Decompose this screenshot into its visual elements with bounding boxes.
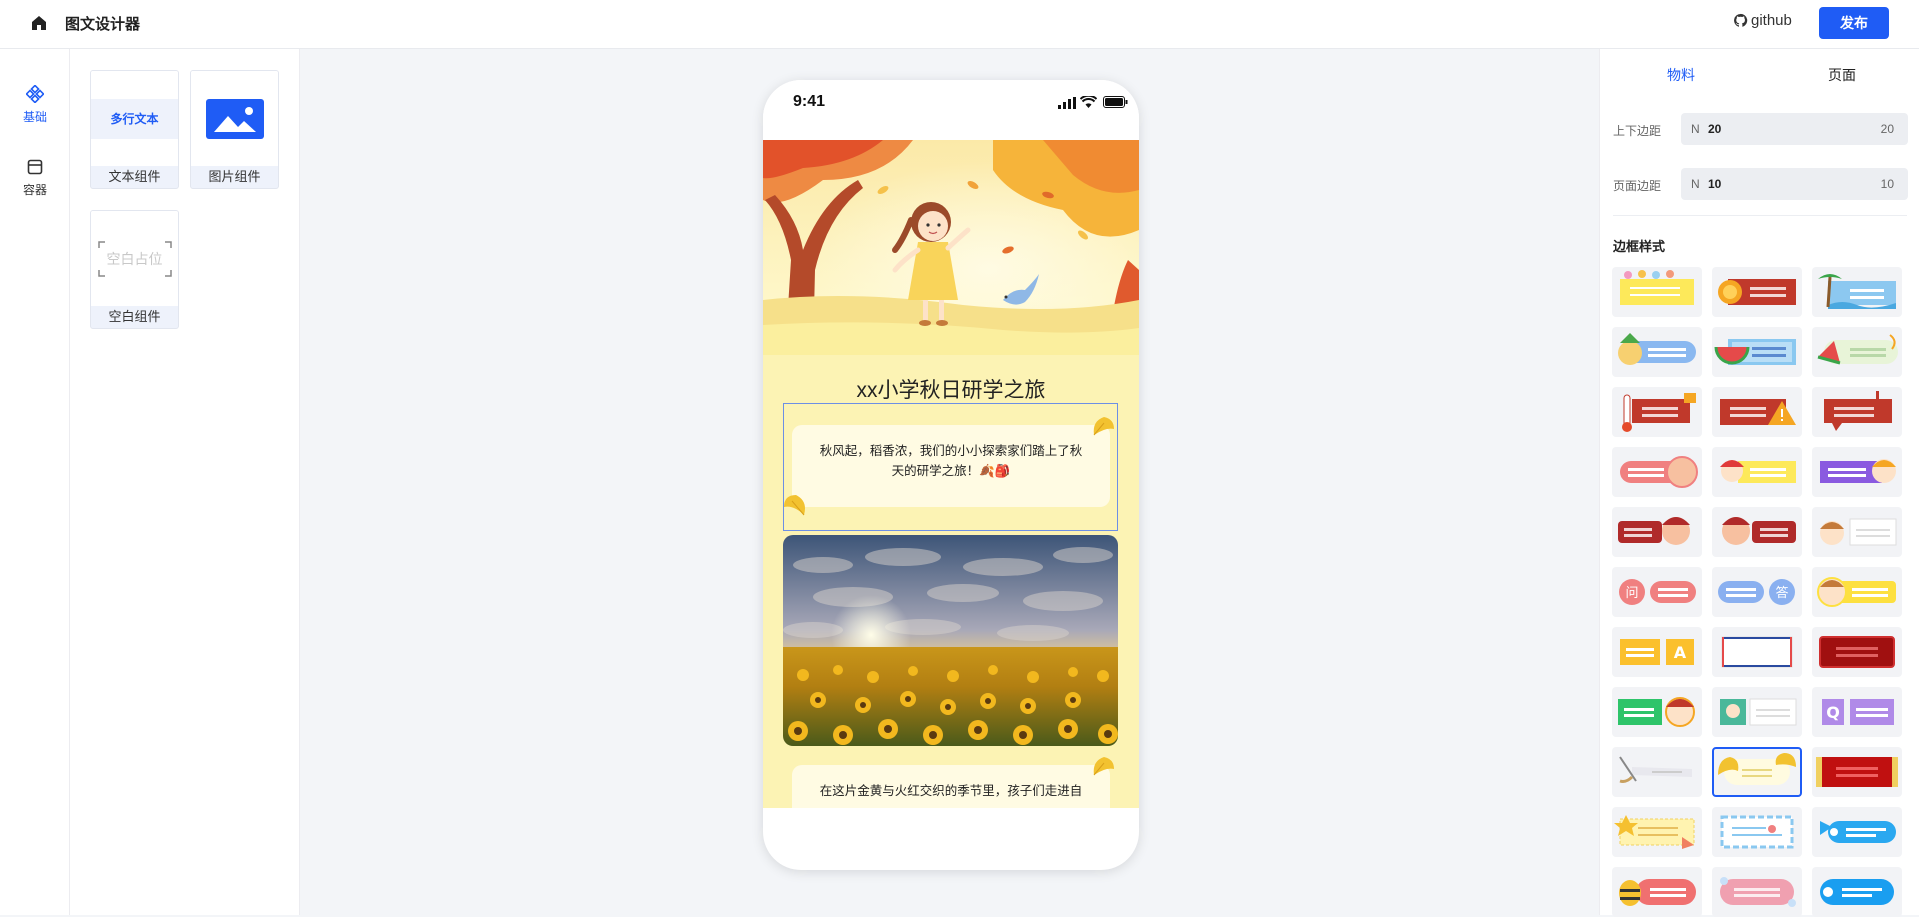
box-icon <box>27 159 43 175</box>
story-text: 在这片金黄与火红交织的季节里，孩子们走进自 <box>819 784 1083 798</box>
wifi-icon <box>1080 96 1097 108</box>
rail-item-basic[interactable]: 基础 <box>0 84 70 125</box>
blank-component-label: 空白组件 <box>108 309 161 324</box>
border-style-option[interactable] <box>1812 567 1902 617</box>
tab-materials[interactable]: 物料 <box>1667 65 1695 85</box>
border-style-option[interactable] <box>1812 267 1902 317</box>
border-style-option[interactable]: 问 <box>1612 567 1702 617</box>
page-margin-value: 10 <box>1708 177 1722 191</box>
border-style-option[interactable] <box>1812 807 1902 857</box>
border-style-option-selected[interactable] <box>1712 747 1802 797</box>
ginkgo-leaf-icon <box>1093 757 1114 776</box>
page-margin-input[interactable]: N 10 10 <box>1681 168 1908 200</box>
signal-icon <box>1058 97 1076 109</box>
text-component-thumb: 多行文本 <box>91 71 178 166</box>
github-label: github <box>1751 12 1792 29</box>
status-time: 9:41 <box>793 93 826 110</box>
vertical-margin-prefix: N <box>1691 122 1700 136</box>
letter-q-badge: Q <box>1826 703 1840 722</box>
tab-page[interactable]: 页面 <box>1828 65 1856 85</box>
border-style-option[interactable] <box>1612 687 1702 737</box>
status-bar: 9:41 <box>763 80 1139 140</box>
border-style-option[interactable] <box>1612 867 1702 917</box>
text-component[interactable]: 多行文本 文本组件 <box>90 70 179 189</box>
border-style-option[interactable] <box>1712 387 1802 437</box>
border-style-option[interactable]: A <box>1612 627 1702 677</box>
border-style-option[interactable] <box>1812 747 1902 797</box>
image-component-label: 图片组件 <box>208 169 261 184</box>
border-style-option[interactable]: Q <box>1812 687 1902 737</box>
rail-item-container[interactable]: 容器 <box>0 158 70 198</box>
intro-text: 秋风起，稻香浓，我们的小小探索家们踏上了秋天的研学之旅！🍂🎒 <box>819 444 1083 478</box>
border-style-option[interactable] <box>1812 327 1902 377</box>
ginkgo-leaf-icon <box>784 495 805 516</box>
left-rail: 基础 容器 <box>0 49 70 915</box>
autumn-girl-illustration <box>763 140 1139 355</box>
border-style-option[interactable] <box>1812 627 1902 677</box>
q-badge: 问 <box>1625 586 1638 601</box>
letter-a-badge: A <box>1674 643 1687 662</box>
story-text-card[interactable]: 在这片金黄与火红交织的季节里，孩子们走进自 <box>792 757 1114 808</box>
border-style-title: 边框样式 <box>1613 239 1666 254</box>
component-icon <box>25 84 45 104</box>
rail-label-basic: 基础 <box>22 110 47 124</box>
a-badge: 答 <box>1775 585 1788 601</box>
component-panel: 多行文本 文本组件 图片组件 空白占位 空白组件 <box>70 49 300 915</box>
border-style-option[interactable] <box>1712 267 1802 317</box>
blank-component[interactable]: 空白占位 空白组件 <box>90 210 179 329</box>
sunflower-field-image <box>783 535 1118 746</box>
border-style-option[interactable] <box>1712 687 1802 737</box>
image-icon <box>205 98 264 139</box>
border-style-option[interactable] <box>1712 627 1802 677</box>
rail-label-container: 容器 <box>22 183 47 197</box>
divider <box>1613 215 1907 216</box>
blank-component-thumb: 空白占位 <box>91 211 178 306</box>
page-margin-label: 页面边距 <box>1613 179 1662 193</box>
multiline-text-thumb: 多行文本 <box>91 98 178 139</box>
border-style-option[interactable] <box>1812 387 1902 437</box>
page-margin-right-value: 10 <box>1880 177 1894 191</box>
border-style-option[interactable] <box>1712 867 1802 917</box>
top-bar: 图文设计器 github 发布 <box>0 0 1919 49</box>
border-style-option[interactable]: 答 <box>1712 567 1802 617</box>
border-style-option[interactable] <box>1612 447 1702 497</box>
page-title[interactable]: xx小学秋日研学之旅 <box>763 374 1139 404</box>
border-style-option[interactable] <box>1712 507 1802 557</box>
border-style-option[interactable] <box>1612 267 1702 317</box>
github-link[interactable]: github <box>1733 12 1792 29</box>
github-icon <box>1734 13 1748 27</box>
ginkgo-leaf-icon <box>1093 417 1114 436</box>
home-icon[interactable] <box>29 13 49 33</box>
intro-text-card[interactable]: 秋风起，稻香浓，我们的小小探索家们踏上了秋天的研学之旅！🍂🎒 <box>784 417 1114 516</box>
border-style-option[interactable] <box>1712 807 1802 857</box>
border-style-option[interactable] <box>1812 507 1902 557</box>
border-style-option[interactable] <box>1812 447 1902 497</box>
properties-panel: 物料 页面 上下边距 N 20 20 页面边距 N 10 10 边框样式 问 答… <box>1599 49 1919 917</box>
image-component[interactable]: 图片组件 <box>190 70 279 189</box>
phone-preview: 9:41 xx小学秋日研学之旅 秋风起，稻香浓，我们的小小探索家们踏上了秋天的研… <box>763 80 1139 870</box>
vertical-margin-label: 上下边距 <box>1613 124 1662 138</box>
sunflower-field-photo[interactable] <box>783 535 1118 746</box>
border-style-option[interactable] <box>1612 507 1702 557</box>
battery-icon <box>1103 96 1128 108</box>
border-style-option[interactable] <box>1612 807 1702 857</box>
text-component-label: 文本组件 <box>108 169 161 184</box>
page-screen: xx小学秋日研学之旅 秋风起，稻香浓，我们的小小探索家们踏上了秋天的研学之旅！🍂… <box>763 140 1139 808</box>
blank-placeholder-thumb: 空白占位 <box>97 240 172 277</box>
border-style-option[interactable] <box>1612 387 1702 437</box>
app-title: 图文设计器 <box>65 16 141 33</box>
image-component-thumb <box>191 71 278 166</box>
border-style-option[interactable] <box>1612 327 1702 377</box>
vertical-margin-input[interactable]: N 20 20 <box>1681 113 1908 145</box>
border-style-option[interactable] <box>1812 867 1902 917</box>
border-style-option[interactable] <box>1712 447 1802 497</box>
border-style-option[interactable] <box>1612 747 1702 797</box>
vertical-margin-right-value: 20 <box>1880 122 1894 136</box>
publish-button[interactable]: 发布 <box>1819 7 1889 39</box>
border-style-option[interactable] <box>1712 327 1802 377</box>
vertical-margin-value: 20 <box>1708 122 1722 136</box>
page-margin-prefix: N <box>1691 177 1700 191</box>
